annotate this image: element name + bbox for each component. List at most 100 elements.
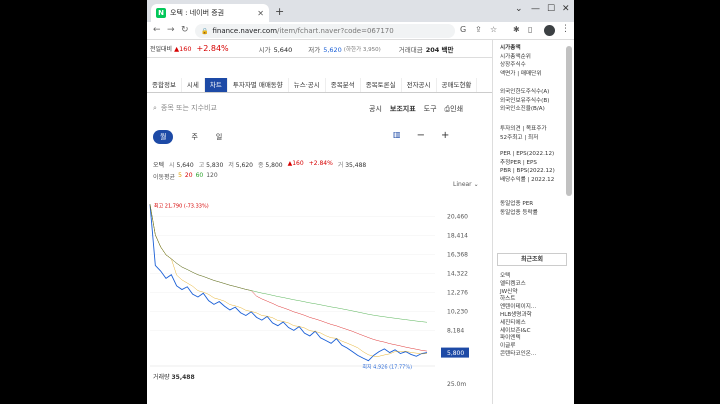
open-value: 5,640: [273, 45, 293, 54]
min-annotation: 최저 4,926 (17.77%): [362, 364, 412, 371]
sidebar-foreign: 외국인한도주식수(A) 외국인보유주식수(B) 외국인소진율(B/A): [500, 88, 549, 114]
sidebar-item[interactable]: PER | EPS(2022.12): [500, 150, 555, 159]
trade-amount-value: 204 백만: [425, 45, 454, 54]
ma-120[interactable]: 120: [206, 172, 217, 181]
recent-item[interactable]: 이글루: [500, 343, 536, 351]
compare-search[interactable]: ⌕ 종목 또는 지수비교: [153, 101, 353, 115]
sidebar-item[interactable]: 시가총액순위: [500, 53, 541, 62]
lower-limit: (하한가 3,950): [343, 46, 381, 53]
candle-type-icon[interactable]: ▥: [393, 130, 401, 141]
tab-investor[interactable]: 투자자별 매매동향: [228, 78, 289, 92]
minimize-icon[interactable]: —: [531, 4, 540, 14]
lock-icon: 🔒: [201, 27, 209, 35]
browser-tab[interactable]: N 오텍 : 네이버 증권 ✕: [151, 4, 269, 22]
sidebar-item[interactable]: 배당수익률 | 2022.12: [500, 176, 555, 185]
url-host: finance.naver.com: [212, 27, 278, 35]
sidebar-item[interactable]: 상장주식수: [500, 61, 541, 70]
new-tab-icon[interactable]: +: [275, 5, 284, 18]
tab-disclosure[interactable]: 전자공시: [402, 78, 437, 92]
ma-60[interactable]: 60: [196, 172, 204, 181]
address-bar: ← → ↻ 🔒 finance.naver.com/item/fchart.na…: [147, 22, 574, 40]
disclosure-button[interactable]: 공시: [369, 104, 382, 114]
sidebar-item[interactable]: 동일업종 등락률: [500, 209, 538, 218]
maximize-icon[interactable]: ☐: [547, 4, 555, 14]
extensions-icon[interactable]: ✱: [513, 25, 520, 34]
ma-5[interactable]: 5: [178, 172, 182, 181]
share-icon[interactable]: ⇪: [475, 25, 482, 34]
tab-chart[interactable]: 차트: [204, 78, 228, 92]
recent-item[interactable]: 세진티에스: [500, 320, 536, 328]
chart-toolbar: 공시 보조지표 도구 ⎙인쇄: [369, 104, 463, 114]
period-day[interactable]: 일: [216, 132, 222, 142]
moving-average-legend: 이동평균 5 20 60 120: [153, 172, 218, 181]
prev-day-label: 전일대비: [150, 46, 173, 53]
tab-price[interactable]: 시세: [182, 78, 205, 92]
recent-item[interactable]: 오텍: [500, 273, 536, 281]
sidebar-item[interactable]: PBR | BPS(2022.12): [500, 167, 555, 176]
search-placeholder: 종목 또는 지수비교: [160, 104, 217, 112]
back-icon[interactable]: ←: [153, 25, 161, 35]
period-month[interactable]: 월: [153, 130, 174, 144]
recent-item[interactable]: 엘티켐코스: [500, 281, 536, 289]
sidebar-item[interactable]: 동일업종 PER: [500, 200, 538, 209]
chevron-down-icon: ⌄: [473, 181, 479, 188]
recent-item[interactable]: 엔텐이테이지...: [500, 304, 536, 312]
change-percent: +2.84%: [196, 44, 229, 53]
indicator-button[interactable]: 보조지표: [390, 104, 416, 114]
price-chart[interactable]: 20,460 18,414 16,368 14,322 12,276 10,230 8,18…: [147, 190, 492, 404]
zoom-out-icon[interactable]: −: [417, 130, 425, 141]
url-input[interactable]: 🔒 finance.naver.com/item/fchart.naver?co…: [195, 24, 455, 38]
max-annotation: 최고 21,790 (-73.33%): [154, 202, 209, 209]
tab-short-selling[interactable]: 공매도현황: [437, 78, 478, 92]
period-week[interactable]: 주: [191, 132, 197, 142]
close-tab-icon[interactable]: ✕: [257, 9, 264, 18]
sidebar-sector: 동일업종 PER 동일업종 등락률: [500, 200, 538, 217]
sidebar-item[interactable]: 투자의견 | 목표주가: [500, 125, 547, 134]
tab-discussion[interactable]: 종목토론실: [361, 78, 402, 92]
tab-strip: N 오텍 : 네이버 증권 ✕ + ⌄ — ☐ ✕: [147, 0, 574, 22]
scale-dropdown[interactable]: Linear ⌄: [453, 181, 479, 188]
chevron-down-icon[interactable]: ⌄: [515, 4, 523, 14]
tab-analysis[interactable]: 종목분석: [326, 78, 361, 92]
sidebar-item[interactable]: 추정PER | EPS: [500, 159, 555, 168]
low-label: 저가: [308, 45, 321, 54]
ma-20[interactable]: 20: [185, 172, 193, 181]
ma-20-line: [149, 204, 428, 352]
tools-button[interactable]: 도구: [424, 104, 437, 114]
stock-name: 오텍: [153, 162, 165, 169]
sidebar-item[interactable]: 액면가 | 매매단위: [500, 70, 541, 79]
current-price-label: 5,800: [447, 350, 464, 357]
close-window-icon[interactable]: ✕: [562, 4, 570, 14]
low-value: 5,620: [323, 45, 342, 54]
profile-avatar[interactable]: [544, 25, 555, 36]
naver-favicon-icon: N: [156, 8, 166, 18]
sidebar-item[interactable]: 외국인보유주식수(B): [500, 97, 549, 106]
reload-icon[interactable]: ↻: [181, 25, 189, 35]
print-button[interactable]: ⎙인쇄: [445, 104, 464, 114]
recent-item[interactable]: 파이엔텍: [500, 335, 536, 343]
y-tick-label: 14,322: [447, 271, 468, 278]
sidebar-market-cap: 시가총액 시가총액순위 상장주식수 액면가 | 매매단위: [500, 44, 541, 78]
side-panel-icon[interactable]: ▯: [528, 25, 532, 34]
recent-item[interactable]: HLB생명과학: [500, 312, 536, 320]
bookmark-star-icon[interactable]: ☆: [490, 25, 497, 34]
y-tick-label: 16,368: [447, 252, 468, 259]
recent-item[interactable]: 콘텐타코인온...: [500, 351, 536, 359]
price-series-line: [149, 204, 428, 362]
y-tick-label: 12,276: [447, 290, 468, 297]
menu-icon[interactable]: ⋮: [561, 24, 570, 34]
tab-news[interactable]: 뉴스·공시: [289, 78, 326, 92]
ma-5-line: [149, 204, 428, 357]
sidebar-item[interactable]: 외국인한도주식수(A): [500, 88, 549, 97]
chart-controls: ▥ − +: [393, 130, 449, 141]
zoom-in-icon[interactable]: +: [441, 130, 449, 141]
sidebar-item[interactable]: 외국인소진율(B/A): [500, 105, 549, 114]
google-icon[interactable]: G: [460, 25, 466, 34]
page-scrollbar[interactable]: [566, 46, 572, 196]
volume-readout: 거래량 35,488: [153, 374, 195, 381]
y-tick-label: 8,184: [447, 327, 464, 334]
forward-icon[interactable]: →: [167, 25, 175, 35]
sidebar-item[interactable]: 시가총액: [500, 44, 541, 53]
tab-summary[interactable]: 종합정보: [147, 78, 182, 92]
sidebar-item[interactable]: 52주최고 | 최저: [500, 134, 547, 143]
